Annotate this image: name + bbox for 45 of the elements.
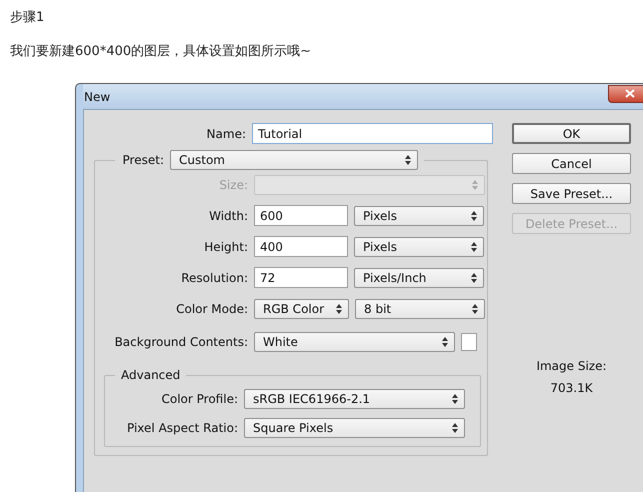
field-label: Color Profile:	[160, 392, 238, 406]
number-field[interactable]: 600	[254, 205, 348, 226]
image-size-value: 703.1K	[550, 381, 593, 395]
dropdown-arrows-icon	[472, 304, 478, 314]
dropdown-arrows-icon	[472, 180, 478, 190]
step-title: 步骤1	[9, 9, 46, 27]
dialog-button[interactable]: Save Preset...	[512, 183, 631, 204]
background-dropdown[interactable]: White	[254, 332, 455, 352]
field-label: Size:	[218, 178, 248, 192]
dropdown-arrows-icon	[405, 155, 411, 165]
unit-dropdown[interactable]: Pixels/Inch	[354, 268, 484, 288]
dropdown-arrows-icon	[336, 304, 342, 314]
depth-dropdown[interactable]: 8 bit	[355, 298, 485, 318]
unit-dropdown[interactable]: Pixels	[354, 206, 484, 226]
field-label: Pixel Aspect Ratio:	[126, 420, 238, 434]
number-field[interactable]: 400	[254, 236, 348, 257]
dropdown-arrows-icon	[471, 272, 477, 282]
field-label: Width:	[208, 208, 248, 222]
image-size-label: Image Size:	[536, 359, 607, 373]
unit-dropdown[interactable]: Pixels	[354, 236, 484, 256]
color-swatch[interactable]	[461, 332, 477, 350]
dialog-button[interactable]: OK	[512, 123, 631, 144]
name-field[interactable]: Tutorial	[252, 123, 493, 144]
mode-dropdown[interactable]: RGB Color	[254, 298, 349, 318]
group-title: Advanced	[121, 368, 180, 382]
profile-dropdown[interactable]: sRGB IEC61966-2.1	[244, 388, 465, 408]
number-field[interactable]: 72	[254, 267, 348, 288]
field-label: Color Mode:	[175, 302, 248, 316]
dropdown-arrows-icon	[442, 336, 448, 346]
profile-dropdown[interactable]: Square Pixels	[244, 418, 465, 438]
field-label: Resolution:	[180, 270, 248, 284]
dropdown-arrows-icon	[452, 394, 458, 404]
field-label: Name:	[206, 126, 246, 140]
field-label: Background Contents:	[114, 334, 248, 348]
dropdown-arrows-icon	[471, 242, 477, 252]
dropdown-arrows-icon	[452, 422, 458, 432]
close-button[interactable]	[608, 84, 643, 102]
field-label: Preset:	[122, 153, 164, 167]
field-label: Height:	[203, 240, 248, 254]
dropdown-arrows-icon	[471, 210, 477, 220]
intro-text: 我们要新建600*400的图层，具体设置如图所示哦~	[9, 43, 312, 61]
close-icon	[625, 89, 635, 98]
dialog-button[interactable]: Cancel	[512, 153, 631, 174]
preset-dropdown[interactable]: Custom	[170, 150, 418, 170]
window-title: New	[83, 90, 110, 104]
